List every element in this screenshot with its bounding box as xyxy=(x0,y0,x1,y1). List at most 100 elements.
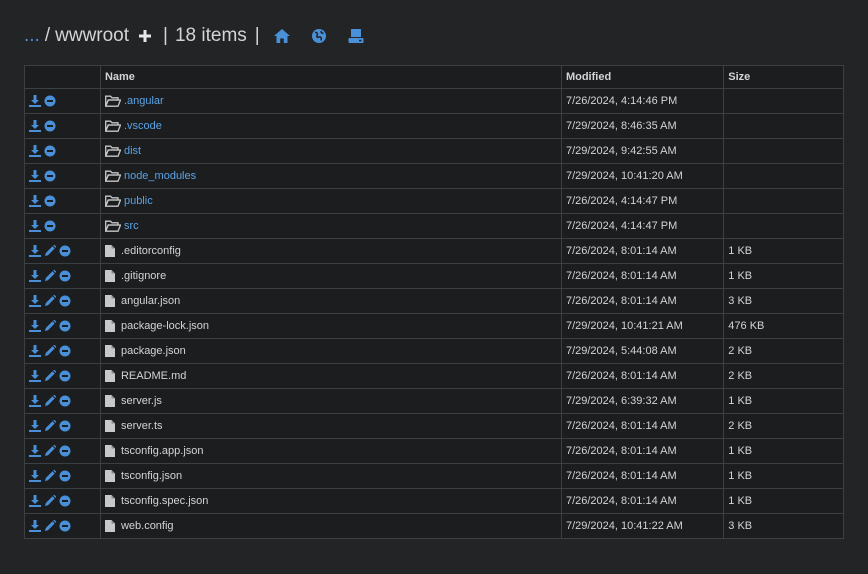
download-icon[interactable] xyxy=(29,395,41,407)
download-icon[interactable] xyxy=(29,145,41,157)
folder-link[interactable]: src xyxy=(124,220,139,232)
remove-icon[interactable] xyxy=(59,495,71,507)
edit-icon[interactable] xyxy=(44,470,56,482)
home-icon[interactable] xyxy=(273,29,290,43)
size-cell: 2 KB xyxy=(723,363,844,389)
remove-icon[interactable] xyxy=(59,320,71,332)
download-icon[interactable] xyxy=(29,520,41,532)
table-row[interactable]: web.config 7/29/2024, 10:41:22 AM 3 KB xyxy=(24,513,844,539)
download-icon[interactable] xyxy=(29,245,41,257)
edit-icon[interactable] xyxy=(44,370,56,382)
edit-icon[interactable] xyxy=(44,520,56,532)
edit-icon[interactable] xyxy=(44,245,56,257)
remove-icon[interactable] xyxy=(59,295,71,307)
table-row[interactable]: tsconfig.app.json 7/26/2024, 8:01:14 AM … xyxy=(24,438,844,464)
edit-icon[interactable] xyxy=(44,270,56,282)
file-icon xyxy=(104,470,115,482)
folder-link[interactable]: node_modules xyxy=(124,170,196,182)
plus-icon[interactable] xyxy=(139,30,152,42)
edit-icon[interactable] xyxy=(44,320,56,332)
edit-icon[interactable] xyxy=(44,395,56,407)
table-row[interactable]: .editorconfig 7/26/2024, 8:01:14 AM 1 KB xyxy=(24,238,844,264)
action-group xyxy=(29,170,96,182)
remove-icon[interactable] xyxy=(59,370,71,382)
file-icon xyxy=(104,370,115,382)
table-row[interactable]: .vscode 7/29/2024, 8:46:35 AM xyxy=(24,113,844,139)
table-row[interactable]: tsconfig.json 7/26/2024, 8:01:14 AM 1 KB xyxy=(24,463,844,489)
table-row[interactable]: dist 7/29/2024, 9:42:55 AM xyxy=(24,138,844,164)
table-row[interactable]: .angular 7/26/2024, 4:14:46 PM xyxy=(24,88,844,114)
folder-link[interactable]: .angular xyxy=(124,95,164,107)
remove-icon[interactable] xyxy=(44,95,56,107)
row-actions xyxy=(24,413,101,439)
file-name: package-lock.json xyxy=(120,320,210,332)
table-row[interactable]: package-lock.json 7/29/2024, 10:41:21 AM… xyxy=(24,313,844,339)
table-row[interactable]: package.json 7/29/2024, 5:44:08 AM 2 KB xyxy=(24,338,844,364)
column-header-name[interactable]: Name xyxy=(99,65,562,89)
modified-cell: 7/26/2024, 4:14:47 PM xyxy=(560,188,725,214)
download-icon[interactable] xyxy=(29,195,41,207)
download-icon[interactable] xyxy=(29,120,41,132)
edit-icon[interactable] xyxy=(44,420,56,432)
action-group xyxy=(29,395,96,407)
download-icon[interactable] xyxy=(29,270,41,282)
table-row[interactable]: public 7/26/2024, 4:14:47 PM xyxy=(24,188,844,214)
download-icon[interactable] xyxy=(29,220,41,232)
download-icon[interactable] xyxy=(29,170,41,182)
download-icon[interactable] xyxy=(29,370,41,382)
name-wrap: tsconfig.json xyxy=(104,470,557,482)
drive-icon[interactable] xyxy=(348,29,364,43)
column-header-size[interactable]: Size xyxy=(723,65,844,89)
remove-icon[interactable] xyxy=(59,345,71,357)
table-row[interactable]: node_modules 7/29/2024, 10:41:20 AM xyxy=(24,163,844,189)
column-header-modified[interactable]: Modified xyxy=(560,65,725,89)
download-icon[interactable] xyxy=(29,320,41,332)
remove-icon[interactable] xyxy=(59,270,71,282)
name-cell: public xyxy=(99,188,562,214)
action-group xyxy=(29,295,96,307)
download-icon[interactable] xyxy=(29,295,41,307)
edit-icon[interactable] xyxy=(44,295,56,307)
folder-link[interactable]: public xyxy=(124,195,153,207)
remove-icon[interactable] xyxy=(44,170,56,182)
edit-icon[interactable] xyxy=(44,445,56,457)
modified-cell: 7/29/2024, 9:42:55 AM xyxy=(560,138,725,164)
download-icon[interactable] xyxy=(29,495,41,507)
file-icon xyxy=(104,345,115,357)
globe-icon[interactable] xyxy=(311,29,326,43)
name-wrap: .vscode xyxy=(104,120,557,132)
remove-icon[interactable] xyxy=(59,520,71,532)
table-row[interactable]: server.js 7/29/2024, 6:39:32 AM 1 KB xyxy=(24,388,844,414)
remove-icon[interactable] xyxy=(59,420,71,432)
folder-link[interactable]: .vscode xyxy=(124,120,162,132)
item-count: 18 items xyxy=(174,25,247,46)
table-row[interactable]: tsconfig.spec.json 7/26/2024, 8:01:14 AM… xyxy=(24,488,844,514)
remove-icon[interactable] xyxy=(44,220,56,232)
download-icon[interactable] xyxy=(29,345,41,357)
table-row[interactable]: .gitignore 7/26/2024, 8:01:14 AM 1 KB xyxy=(24,263,844,289)
file-name: .gitignore xyxy=(120,270,167,282)
breadcrumb-parent-link[interactable]: ... xyxy=(24,25,40,47)
remove-icon[interactable] xyxy=(59,395,71,407)
table-row[interactable]: src 7/26/2024, 4:14:47 PM xyxy=(24,213,844,239)
download-icon[interactable] xyxy=(29,420,41,432)
name-wrap: server.js xyxy=(104,395,557,407)
download-icon[interactable] xyxy=(29,445,41,457)
folder-link[interactable]: dist xyxy=(124,145,141,157)
remove-icon[interactable] xyxy=(59,445,71,457)
table-row[interactable]: angular.json 7/26/2024, 8:01:14 AM 3 KB xyxy=(24,288,844,314)
remove-icon[interactable] xyxy=(59,470,71,482)
size-cell: 2 KB xyxy=(723,413,844,439)
remove-icon[interactable] xyxy=(44,145,56,157)
remove-icon[interactable] xyxy=(59,245,71,257)
download-icon[interactable] xyxy=(29,470,41,482)
row-actions xyxy=(24,438,101,464)
table-row[interactable]: server.ts 7/26/2024, 8:01:14 AM 2 KB xyxy=(24,413,844,439)
remove-icon[interactable] xyxy=(44,120,56,132)
table-row[interactable]: README.md 7/26/2024, 8:01:14 AM 2 KB xyxy=(24,363,844,389)
edit-icon[interactable] xyxy=(44,345,56,357)
edit-icon[interactable] xyxy=(44,495,56,507)
remove-icon[interactable] xyxy=(44,195,56,207)
download-icon[interactable] xyxy=(29,95,41,107)
action-group xyxy=(29,120,96,132)
